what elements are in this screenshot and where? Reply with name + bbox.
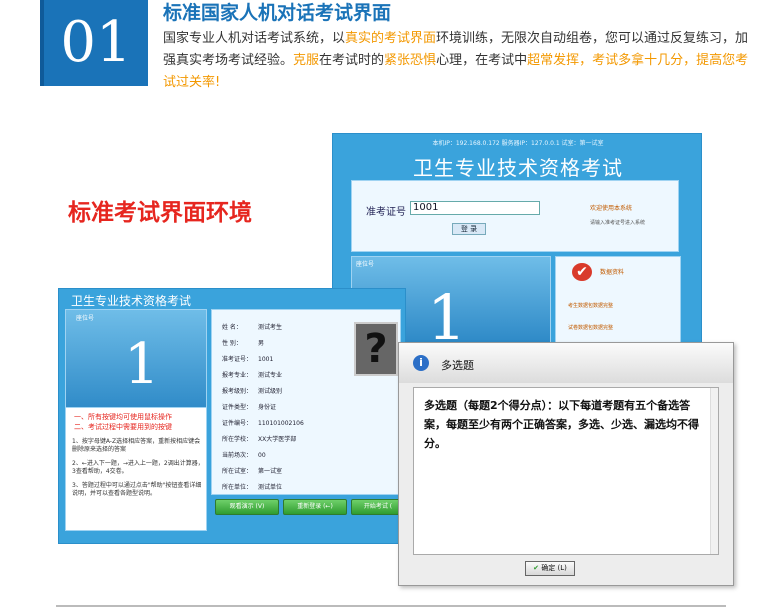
dialog-title: 多选题 [441,359,474,372]
dialog-text: 多选题（每题2个得分点）：以下每道考题有五个备选答案，每题至少有两个正确答案，多… [424,399,699,450]
description-text: 心理，在考试中 [436,53,528,68]
ok-button[interactable]: ✔ 确定 (L) [525,561,575,576]
instruction-step: 3、答题过程中可以通过点击"帮助"按钮查看详细说明，并可以查看各题型说明。 [72,482,202,497]
bottom-divider [56,605,726,607]
section-description: 国家专业人机对话考试系统，以真实的考试界面环境训练，无限次自动组卷，您可以通过反… [163,28,753,94]
candidate-info-panel: ? 姓 名： 测试考生 性 别：男 准考证号： 1001 报考专业： 测试专业 报考级… [211,309,401,495]
instruction-note-1: 一、所有按键均可使用鼠标操作 [74,413,172,421]
overlay-caption: 标准考试界面环境 [68,200,252,226]
checkmark-icon: ✔ [572,263,592,281]
section-title: 标准国家人机对话考试界面 [163,2,392,24]
relogin-button[interactable]: 重新登录 (←) [283,499,347,515]
info-row-doc-type: 证件类型： 身份证 [222,404,277,411]
window-title: 卫生专业技术资格考试 [413,156,623,180]
info-row-unit: 所在单位： 测试单位 [222,484,283,491]
login-panel: 准考证号 1001 登 录 欢迎使用本系统 请输入准考证号进入系统 [351,180,679,252]
checkmark-icon: ✔ [533,564,540,572]
data-status-link-2[interactable]: 试卷数据包数据完整 [568,324,613,331]
description-text: 国家专业人机对话考试系统，以 [163,31,346,46]
id-label: 准考证号 [366,207,406,218]
dialog-body: 多选题（每题2个得分点）：以下每道考题有五个备选答案，每题至少有两个正确答案，多… [413,387,719,555]
info-row-session: 当前场次： 00 [222,452,266,459]
info-row-level: 报考级别： 测试级别 [222,388,283,395]
seat-label: 座位号 [76,315,95,322]
candidate-info-window: 卫生专业技术资格考试 座位号 1 一、所有按键均可使用鼠标操作 二、考试过程中需… [58,288,406,544]
highlight-text: 克服 [293,53,320,68]
highlight-text: 紧张恐惧 [384,53,437,68]
instruction-note-2: 二、考试过程中需要用到的按键 [74,423,172,431]
welcome-text: 欢迎使用本系统 [590,205,633,212]
info-row-room: 所在试室： 第一试室 [222,468,283,475]
info-row-id: 准考证号： 1001 [222,356,274,363]
highlight-text: 真实的考试界面 [345,31,437,46]
page: 01 标准国家人机对话考试界面 国家专业人机对话考试系统，以真实的考试界面环境训… [0,0,780,611]
data-heading: 数据资料 [600,269,625,276]
hint-text: 请输入准考证号进入系统 [590,220,646,226]
info-row-gender: 性 别：男 [222,340,265,347]
info-row-name: 姓 名： 测试考生 [222,324,283,331]
instruction-step: 1、按字母键A-Z选择相应答案，重新按相应键会删除原来选择的答案 [72,438,201,453]
id-input[interactable]: 1001 [410,201,540,215]
avatar-placeholder-icon: ? [354,322,398,376]
login-button[interactable]: 登 录 [452,223,486,235]
info-row-major: 报考专业： 测试专业 [222,372,283,379]
seat-label: 座位号 [356,261,375,268]
data-status-panel: ✔ 数据资料 考生数据包数据完整 试卷数据包数据完整 [555,256,681,346]
info-icon: i [413,355,429,371]
watch-demo-button[interactable]: 观看演示 (V) [215,499,279,515]
seat-number: 1 [124,332,160,397]
seat-panel: 座位号 1 [65,309,207,415]
data-status-link-1[interactable]: 考生数据包数据完整 [568,302,613,309]
status-bar: 本机IP：192.168.0.172 服务器IP：127.0.0.1 试室：第一… [432,140,604,147]
info-row-school: 所在学校： XX大学医学部 [222,436,297,443]
dialog-header: i 多选题 [399,343,733,383]
section-number-badge: 01 [40,0,148,86]
info-row-doc-number: 证件编号： 110101002106 [222,420,304,427]
question-type-dialog: i 多选题 多选题（每题2个得分点）：以下每道考题有五个备选答案，每题至少有两个… [398,342,734,586]
description-text: 在考试时的 [319,53,385,68]
dialog-scrollbar[interactable] [710,388,718,554]
window-title: 卫生专业技术资格考试 [71,294,192,308]
instruction-step: 2、←进入下一题，→进入上一题，2调出计算器，3查看帮助，4交卷。 [72,460,204,475]
start-exam-button[interactable]: 开始考试 ( [351,499,405,515]
instructions-panel: 一、所有按键均可使用鼠标操作 二、考试过程中需要用到的按键 1、按字母键A-Z选… [65,407,207,531]
